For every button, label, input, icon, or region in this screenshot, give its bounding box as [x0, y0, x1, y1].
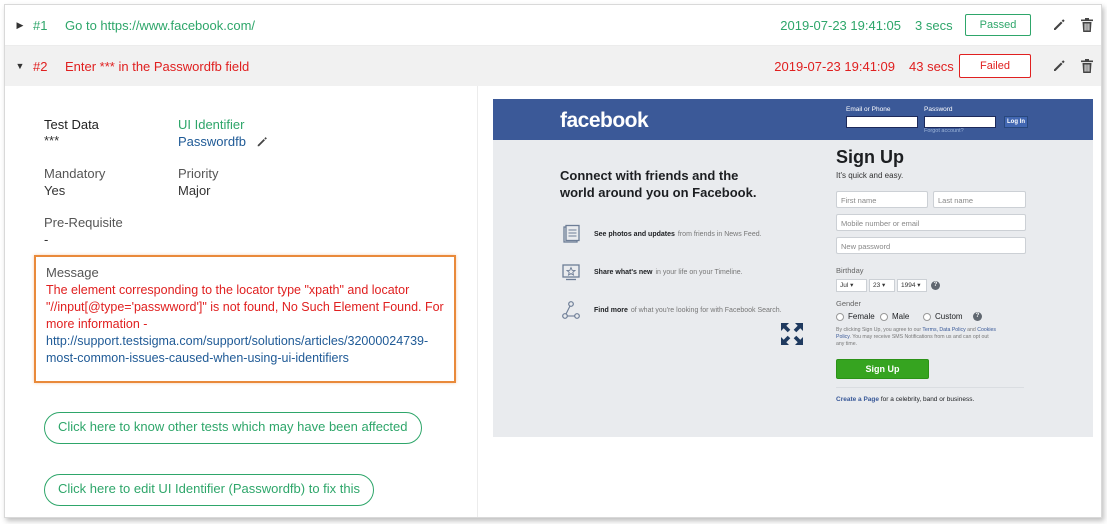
- support-article-link[interactable]: http://support.testsigma.com/support/sol…: [46, 333, 451, 367]
- birthday-label: Birthday: [836, 266, 864, 275]
- step-number: #1: [33, 17, 48, 33]
- caret-down-icon[interactable]: ▼: [5, 61, 33, 71]
- step-title: Go to https://www.facebook.com/: [65, 17, 256, 33]
- birthday-month: Jul: [840, 282, 849, 289]
- create-page-text: Create a Page for a celebrity, band or b…: [836, 396, 974, 403]
- radio-label: Male: [892, 312, 910, 321]
- status-badge-failed: Failed: [959, 54, 1031, 78]
- mandatory-value: Yes: [44, 183, 66, 198]
- step-title: Enter *** in the Passwordfb field: [65, 58, 250, 74]
- divider: [836, 387, 1024, 388]
- feature-title: Find more: [594, 306, 628, 314]
- edit-pencil-icon[interactable]: [1045, 59, 1073, 73]
- feature-search: Find more of what you're looking for wit…: [560, 299, 782, 321]
- facebook-header: facebook Email or Phone Password Log In …: [493, 99, 1093, 140]
- edit-ui-identifier-button[interactable]: Click here to edit UI Identifier (Passwo…: [44, 474, 375, 506]
- edit-pencil-icon[interactable]: [256, 135, 268, 153]
- priority-label: Priority: [178, 166, 219, 181]
- password-label: Password: [924, 106, 953, 113]
- step-duration: 43 secs: [909, 58, 954, 74]
- affected-tests-button[interactable]: Click here to know other tests which may…: [44, 412, 422, 444]
- gender-female-radio: Female: [836, 312, 875, 321]
- birthday-month-select: Jul ▾: [836, 279, 867, 292]
- radio-label: Female: [848, 312, 875, 321]
- last-name-field: Last name: [933, 191, 1026, 208]
- edit-pencil-icon[interactable]: [1045, 18, 1073, 32]
- network-icon: [560, 299, 582, 321]
- delete-trash-icon[interactable]: [1073, 59, 1101, 73]
- step-duration: 3 secs: [915, 17, 953, 33]
- timeline-icon: [560, 261, 582, 283]
- feature-desc: in your life on your Timeline.: [655, 268, 743, 276]
- priority-value: Major: [178, 183, 211, 198]
- expand-arrows-icon[interactable]: [780, 322, 804, 346]
- facebook-screenshot[interactable]: facebook Email or Phone Password Log In …: [493, 99, 1093, 437]
- feature-news-feed: See photos and updates from friends in N…: [560, 223, 762, 245]
- step-row-2[interactable]: ▼ #2 Enter *** in the Passwordfb field 2…: [5, 46, 1101, 86]
- mandatory-label: Mandatory: [44, 166, 106, 181]
- step-info-panel: Test Data *** UI Identifier Passwordfb M…: [5, 86, 478, 517]
- error-message: The element corresponding to the locator…: [46, 282, 451, 367]
- screenshot-panel: facebook Email or Phone Password Log In …: [478, 86, 1101, 517]
- feature-title: Share what's new: [594, 268, 653, 276]
- gender-label: Gender: [836, 299, 862, 308]
- feature-desc: of what you're looking for with Facebook…: [630, 306, 782, 314]
- login-button: Log In: [1004, 116, 1028, 128]
- test-step-results: ▶ #1 Go to https://www.facebook.com/ 201…: [4, 4, 1102, 518]
- feature-timeline: Share what's new in your life on your Ti…: [560, 261, 743, 283]
- signup-title: Sign Up: [836, 147, 904, 167]
- terms-pre: By clicking Sign Up, you agree to our: [836, 327, 922, 333]
- mobile-email-field: Mobile number or email: [836, 214, 1026, 231]
- birthday-day-select: 23 ▾: [869, 279, 895, 292]
- facebook-logo: facebook: [560, 109, 649, 132]
- terms-text: By clicking Sign Up, you agree to our Te…: [836, 327, 996, 348]
- step-number: #2: [33, 58, 48, 74]
- connect-text: Connect with friends and the world aroun…: [560, 168, 757, 200]
- signup-button: Sign Up: [836, 359, 929, 379]
- forgot-link: Forgot account?: [924, 128, 964, 134]
- message-label: Message: [46, 265, 99, 280]
- ui-identifier-link[interactable]: Passwordfb: [178, 134, 246, 149]
- signup-subtitle: It's quick and easy.: [836, 171, 904, 180]
- caret-right-icon[interactable]: ▶: [5, 20, 33, 31]
- terms-mid: and: [967, 327, 976, 333]
- radio-label: Custom: [935, 312, 963, 321]
- step-timestamp: 2019-07-23 19:41:05: [780, 17, 901, 33]
- help-question-icon: ?: [931, 281, 940, 290]
- error-message-box: Message The element corresponding to the…: [34, 255, 456, 383]
- first-name-field: First name: [836, 191, 928, 208]
- feature-desc: from friends in News Feed.: [677, 230, 762, 238]
- email-label: Email or Phone: [846, 106, 891, 113]
- step-timestamp: 2019-07-23 19:41:09: [774, 58, 895, 74]
- gender-male-radio: Male: [880, 312, 909, 321]
- gender-custom-radio: Custom: [923, 312, 963, 321]
- error-message-text: The element corresponding to the locator…: [46, 283, 444, 331]
- terms-post: . You may receive SMS Notifications from…: [836, 334, 989, 347]
- birthday-year-select: 1994 ▾: [897, 279, 927, 292]
- terms-link: Terms, Data Policy: [922, 327, 966, 333]
- delete-trash-icon[interactable]: [1073, 18, 1101, 32]
- help-question-icon: ?: [973, 312, 982, 321]
- create-page-rest: for a celebrity, band or business.: [880, 396, 975, 403]
- email-input: [846, 116, 918, 128]
- ui-identifier-label: UI Identifier: [178, 117, 245, 132]
- create-page-link: Create a Page: [836, 396, 879, 403]
- news-feed-icon: [560, 223, 582, 245]
- status-badge-passed: Passed: [965, 14, 1031, 36]
- new-password-field: New password: [836, 237, 1026, 254]
- prerequisite-value: -: [44, 232, 49, 247]
- password-input: [924, 116, 996, 128]
- test-data-value: ***: [44, 133, 60, 148]
- step-detail: Test Data *** UI Identifier Passwordfb M…: [5, 86, 1101, 517]
- birthday-day: 23: [873, 282, 881, 289]
- feature-title: See photos and updates: [594, 230, 675, 238]
- prerequisite-label: Pre-Requisite: [44, 215, 123, 230]
- step-row-1[interactable]: ▶ #1 Go to https://www.facebook.com/ 201…: [5, 5, 1101, 46]
- test-data-label: Test Data: [44, 117, 99, 132]
- birthday-year: 1994: [901, 282, 916, 289]
